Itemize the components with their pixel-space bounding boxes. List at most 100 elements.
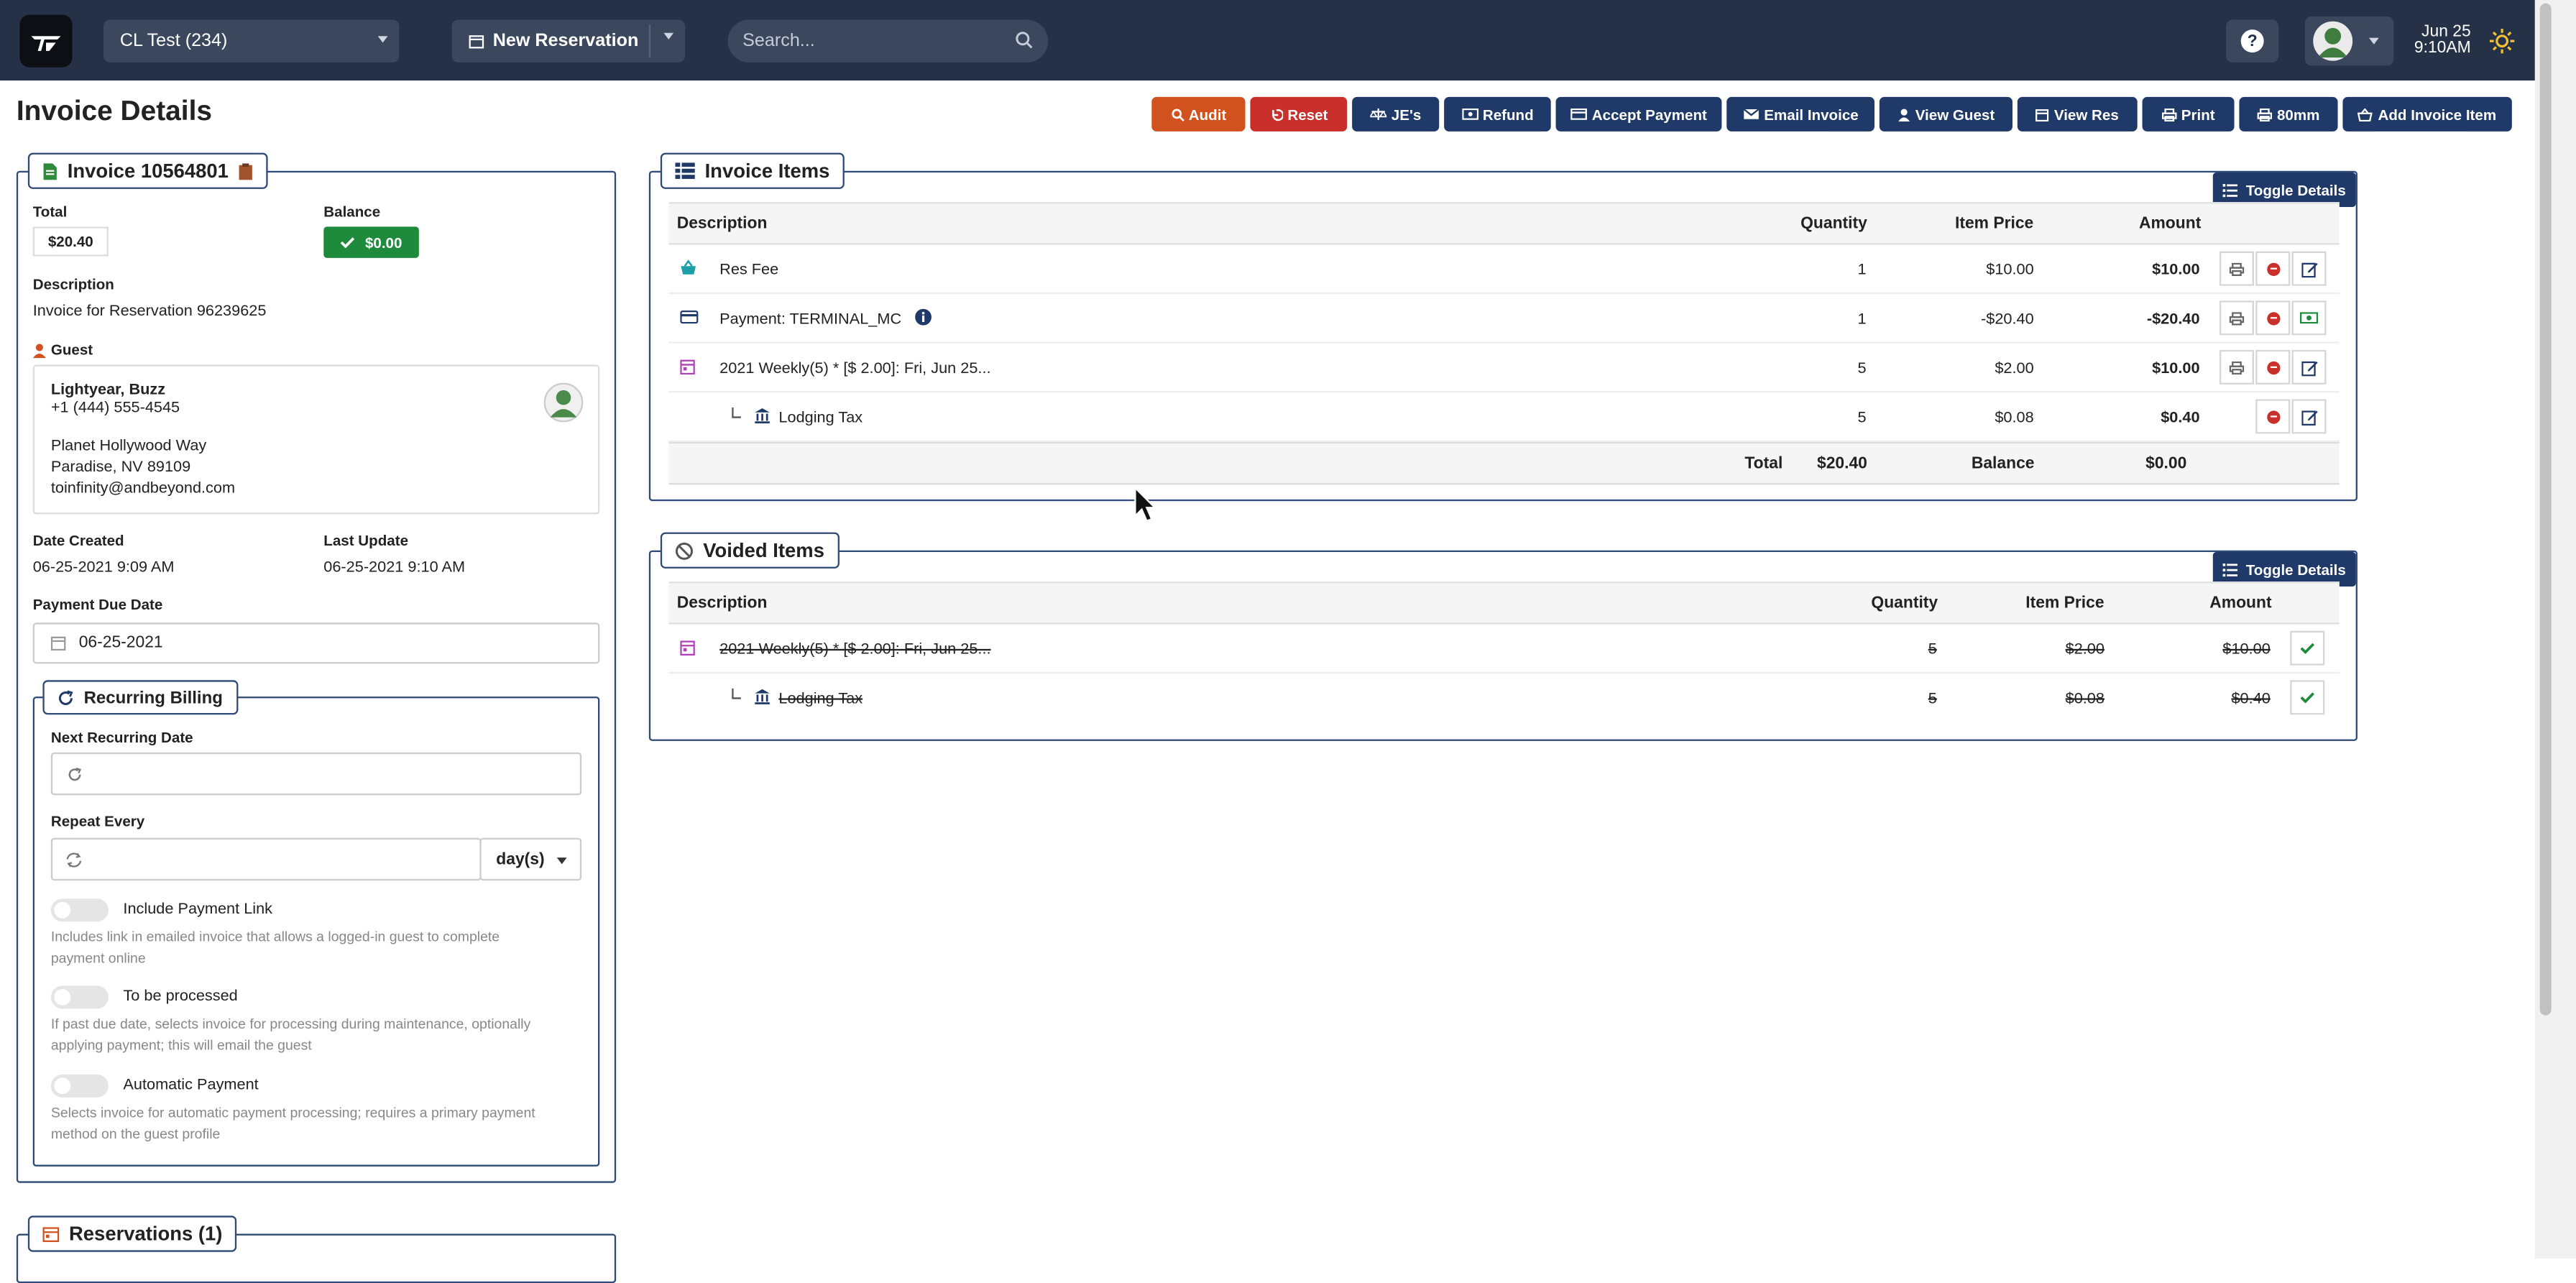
logo-mark-icon [31, 36, 61, 51]
voided-items-legend: Voided Items [660, 532, 840, 569]
item-description: 2021 Weekly(5) * [$ 2.00]: Fri, Jun 25..… [719, 359, 991, 378]
envelope-icon [1742, 109, 1759, 119]
column-header-item-price: Item Price [2025, 594, 2104, 613]
restore-item-button[interactable] [2290, 630, 2325, 666]
chevron-down-icon [556, 857, 567, 865]
column-header-amount: Amount [2209, 594, 2272, 613]
reset-button[interactable]: Reset [1250, 96, 1348, 132]
edit-item-button[interactable] [2291, 251, 2327, 286]
next-recurring-date-input[interactable] [50, 752, 582, 796]
voided-item-amount: $10.00 [2222, 640, 2271, 659]
app-logo[interactable] [19, 14, 73, 68]
item-amount: $10.00 [2152, 261, 2200, 280]
print-80mm-button[interactable]: 80mm [2239, 96, 2338, 132]
item-quantity: 1 [1857, 261, 1867, 280]
void-item-button[interactable] [2255, 251, 2291, 286]
search-placeholder: Search... [742, 31, 815, 51]
chevron-down-icon[interactable] [663, 32, 674, 40]
guest-address-line1: Planet Hollywood Way [50, 436, 207, 456]
page-scrollbar[interactable] [2534, 0, 2576, 1259]
print-item-button[interactable] [2219, 251, 2254, 286]
automatic-payment-help: Selects invoice for automatic payment pr… [50, 1103, 535, 1142]
print-item-button[interactable] [2219, 300, 2254, 336]
void-item-button[interactable] [2255, 300, 2291, 336]
print-button[interactable]: Print [2142, 96, 2235, 132]
repeat-unit-select[interactable]: day(s) [479, 837, 582, 881]
refund-item-button[interactable] [2291, 300, 2327, 336]
accept-payment-label: Accept Payment [1591, 106, 1707, 123]
date-created-value: 06-25-2021 9:09 AM [32, 558, 175, 577]
audit-button[interactable]: Audit [1151, 96, 1246, 132]
search-icon[interactable] [1016, 31, 1034, 49]
payment-due-label: Payment Due Date [32, 596, 163, 613]
accept-payment-button[interactable]: Accept Payment [1555, 96, 1722, 132]
search-input[interactable]: Search... [727, 19, 1049, 63]
clipboard-icon[interactable] [239, 162, 254, 180]
item-quantity: 5 [1857, 359, 1867, 378]
item-description: Payment: TERMINAL_MC [719, 310, 902, 329]
to-be-processed-label: To be processed [123, 987, 238, 1006]
payment-due-date-input[interactable]: 06-25-2021 [32, 622, 600, 664]
edit-item-button[interactable] [2291, 349, 2327, 385]
void-item-button[interactable] [2255, 349, 2291, 385]
mouse-cursor-icon [1134, 486, 1157, 522]
voided-item-price: $0.08 [2065, 689, 2104, 709]
include-payment-link-toggle[interactable] [50, 898, 109, 922]
to-be-processed-toggle[interactable] [50, 985, 109, 1009]
guest-heading: Guest [32, 341, 93, 358]
sync-icon [66, 852, 82, 867]
invoice-item-row: Payment: TERMINAL_MC 1 -$20.40 -$20.40 [668, 294, 2340, 344]
table-list-icon [675, 162, 695, 179]
invoice-items-legend: Invoice Items [660, 152, 845, 189]
voided-item-description: Lodging Tax [778, 689, 863, 709]
voided-items-header-row: Description Quantity Item Price Amount [668, 581, 2340, 625]
repeat-every-input[interactable] [50, 837, 482, 881]
list-icon [2222, 562, 2238, 576]
payment-due-value: 06-25-2021 [78, 634, 163, 653]
view-res-button[interactable]: View Res [2017, 96, 2138, 132]
guest-email: toinfinity@andbeyond.com [50, 479, 236, 498]
printer-icon [2229, 360, 2245, 374]
email-invoice-label: Email Invoice [1764, 106, 1859, 123]
print-item-button[interactable] [2219, 349, 2254, 385]
new-reservation-button[interactable]: New Reservation [451, 19, 686, 63]
restore-item-button[interactable] [2290, 680, 2325, 715]
column-header-description: Description [676, 594, 768, 613]
repeat-every-label: Repeat Every [50, 813, 145, 830]
scrollbar-thumb[interactable] [2539, 3, 2552, 1016]
help-button[interactable]: ? [2226, 19, 2279, 63]
invoice-file-icon [43, 162, 57, 180]
invoice-item-row: 2021 Weekly(5) * [$ 2.00]: Fri, Jun 25..… [668, 344, 2340, 393]
search-icon [1171, 108, 1184, 121]
avatar [2313, 21, 2353, 61]
automatic-payment-toggle[interactable] [50, 1074, 109, 1098]
voided-item-quantity: 5 [1928, 640, 1937, 659]
view-guest-button[interactable]: View Guest [1879, 96, 2012, 132]
reset-label: Reset [1287, 106, 1328, 123]
reservations-legend[interactable]: Reservations (1) [27, 1215, 237, 1252]
footer-total-value: $20.40 [1816, 455, 1867, 474]
date-created-label: Date Created [32, 532, 124, 549]
description-label: Description [32, 275, 114, 293]
refund-button[interactable]: Refund [1444, 96, 1551, 132]
last-update-value: 06-25-2021 9:10 AM [323, 558, 466, 577]
voided-item-row: 2021 Weekly(5) * [$ 2.00]: Fri, Jun 25..… [668, 625, 2340, 674]
theme-toggle-sun-icon[interactable] [2489, 28, 2516, 55]
print-label: Print [2181, 106, 2215, 123]
edit-item-button[interactable] [2291, 399, 2327, 434]
refund-label: Refund [1482, 106, 1534, 123]
email-invoice-button[interactable]: Email Invoice [1726, 96, 1874, 132]
check-icon [341, 237, 355, 249]
add-invoice-item-button[interactable]: Add Invoice Item [2342, 96, 2512, 132]
scale-icon [1370, 107, 1386, 119]
user-menu-button[interactable] [2304, 16, 2394, 66]
undo-icon [1271, 108, 1283, 121]
info-icon[interactable] [915, 308, 932, 326]
jes-button[interactable]: JE's [1352, 96, 1440, 132]
void-item-button[interactable] [2255, 399, 2291, 434]
money-bill-icon [2299, 312, 2319, 324]
property-select[interactable]: CL Test (234) [103, 19, 400, 63]
guest-card[interactable]: Lightyear, Buzz +1 (444) 555-4545 Planet… [32, 364, 600, 515]
credit-card-icon [1570, 108, 1587, 120]
printer-icon [2161, 107, 2176, 121]
